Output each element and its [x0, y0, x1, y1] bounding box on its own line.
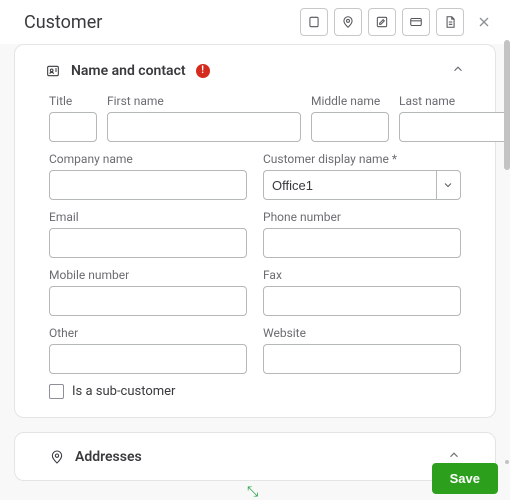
drawer-title: Customer	[24, 12, 102, 33]
scrollbar-thumb[interactable]	[504, 40, 510, 170]
label-first-name: First name	[107, 94, 301, 108]
chevron-down-icon	[442, 179, 454, 191]
label-middle-name: Middle name	[311, 94, 389, 108]
addresses-section: Addresses	[14, 432, 496, 481]
mouse-cursor: ⤡	[247, 484, 258, 500]
label-last-name: Last name	[399, 94, 510, 108]
label-fax: Fax	[263, 268, 461, 282]
label-company-name: Company name	[49, 152, 247, 166]
display-name-dropdown[interactable]	[436, 170, 461, 200]
action-document-icon[interactable]	[436, 8, 464, 36]
drawer-header: Customer	[0, 0, 510, 44]
label-other: Other	[49, 326, 247, 340]
label-mobile: Mobile number	[49, 268, 247, 282]
phone-field[interactable]	[263, 228, 461, 258]
close-icon	[476, 14, 492, 30]
required-badge: !	[196, 64, 210, 78]
map-pin-icon	[49, 449, 65, 465]
label-title: Title	[49, 94, 97, 108]
display-name-field[interactable]	[263, 170, 436, 200]
label-phone: Phone number	[263, 210, 461, 224]
other-field[interactable]	[49, 344, 247, 374]
first-name-field[interactable]	[107, 112, 301, 142]
action-card-icon[interactable]	[402, 8, 430, 36]
title-field[interactable]	[49, 112, 97, 142]
fax-field[interactable]	[263, 286, 461, 316]
sub-customer-label: Is a sub-customer	[72, 384, 175, 399]
chevron-up-icon	[451, 62, 465, 76]
action-edit-icon[interactable]	[368, 8, 396, 36]
collapse-toggle[interactable]	[451, 61, 465, 80]
scrollbar[interactable]	[504, 40, 510, 220]
middle-name-field[interactable]	[311, 112, 389, 142]
action-location-icon[interactable]	[334, 8, 362, 36]
id-card-icon	[45, 63, 61, 79]
close-button[interactable]	[470, 8, 498, 36]
label-email: Email	[49, 210, 247, 224]
name-and-contact-section: Name and contact ! Title First name Midd…	[14, 44, 496, 418]
label-display-name: Customer display name *	[263, 152, 461, 166]
mobile-field[interactable]	[49, 286, 247, 316]
email-field[interactable]	[49, 228, 247, 258]
action-contact-icon[interactable]	[300, 8, 328, 36]
label-website: Website	[263, 326, 461, 340]
sub-customer-checkbox[interactable]	[49, 384, 64, 399]
company-name-field[interactable]	[49, 170, 247, 200]
section-title: Name and contact	[71, 63, 186, 79]
last-name-field[interactable]	[399, 112, 510, 142]
website-field[interactable]	[263, 344, 461, 374]
addresses-title: Addresses	[75, 449, 142, 465]
scrollbar-marker	[505, 460, 509, 464]
save-button[interactable]: Save	[432, 463, 498, 494]
chevron-up-icon	[447, 448, 461, 462]
header-actions	[300, 8, 498, 36]
